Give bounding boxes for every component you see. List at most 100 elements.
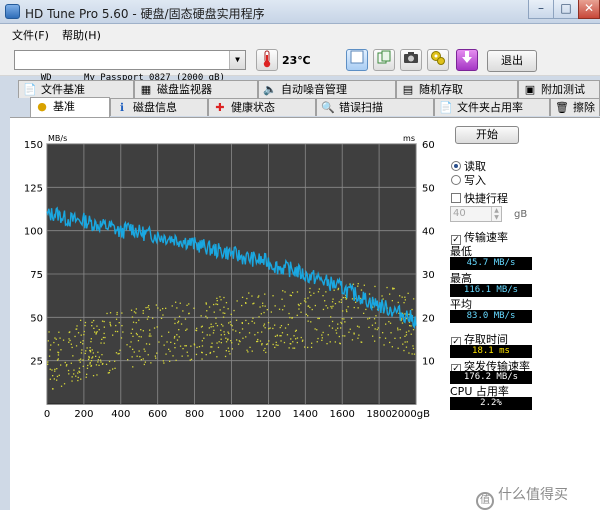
access-time-point <box>132 335 134 337</box>
access-time-point <box>93 319 95 322</box>
access-time-point <box>139 356 141 358</box>
access-time-point <box>282 290 284 292</box>
access-time-point <box>263 325 265 327</box>
access-time-point <box>148 343 151 345</box>
access-time-point <box>58 331 60 333</box>
access-time-point <box>259 340 262 342</box>
drive-select[interactable]: WD My Passport 0827 (2000 gB) ▼ <box>14 50 246 83</box>
menu-file[interactable]: 文件(F) <box>12 27 49 43</box>
tab-disk-monitor[interactable]: ▦ 磁盘监视器 <box>134 80 258 98</box>
download-icon[interactable] <box>456 49 478 71</box>
window-title: HD Tune Pro 5.60 - 硬盘/固态硬盘实用程序 <box>25 7 265 21</box>
access-time-point <box>156 352 158 354</box>
tab-extra-tests[interactable]: ▣ 附加测试 <box>518 80 600 98</box>
access-time-point <box>147 306 149 308</box>
tab-folder-usage[interactable]: 📄 文件夹占用率 <box>434 98 550 116</box>
access-time-point <box>292 341 294 343</box>
access-time-point <box>182 310 184 312</box>
access-time-point <box>403 349 405 352</box>
access-time-point <box>56 368 58 370</box>
access-time-point <box>91 321 93 323</box>
access-time-point <box>98 364 100 366</box>
access-time-point <box>90 341 92 343</box>
tab-random-access[interactable]: ▤ 随机存取 <box>396 80 518 98</box>
access-time-point <box>168 331 170 333</box>
start-button[interactable]: 开始 <box>455 126 519 144</box>
access-time-point <box>360 289 363 291</box>
access-time-point <box>261 344 263 346</box>
maximize-button[interactable]: □ <box>553 0 579 19</box>
access-time-point <box>162 314 164 316</box>
access-time-point <box>391 346 393 348</box>
chevron-down-icon[interactable]: ▼ <box>229 51 245 69</box>
write-radio[interactable]: 写入 <box>451 172 486 188</box>
access-time-point <box>335 329 337 331</box>
minimize-button[interactable]: – <box>528 0 554 19</box>
access-time-point <box>51 369 53 371</box>
access-time-point <box>186 328 188 330</box>
access-time-point <box>219 296 221 298</box>
access-time-point <box>233 309 235 312</box>
access-time-point <box>225 302 228 304</box>
access-time-point <box>116 313 118 316</box>
close-button[interactable]: ✕ <box>578 0 600 19</box>
access-time-point <box>55 338 57 340</box>
access-time-point <box>71 346 73 349</box>
access-time-point <box>142 330 144 332</box>
access-time-point <box>49 378 51 380</box>
access-time-point <box>62 339 65 341</box>
tab-aam[interactable]: 🔈 自动噪音管理 <box>258 80 396 98</box>
camera-icon[interactable] <box>400 49 422 71</box>
info-icon[interactable] <box>346 49 368 71</box>
access-time-point <box>173 337 176 339</box>
access-time-point <box>68 373 70 375</box>
menu-help[interactable]: 帮助(H) <box>62 27 101 43</box>
access-time-point <box>63 383 66 385</box>
access-time-point <box>245 336 247 338</box>
access-time-point <box>131 328 134 330</box>
x-tick-label: 1200 <box>256 409 281 420</box>
access-time-point <box>242 337 244 339</box>
tab-health[interactable]: ✚ 健康状态 <box>208 98 316 116</box>
copy-icon[interactable] <box>373 49 395 71</box>
tab-benchmark[interactable]: ● 基准 <box>30 97 110 117</box>
access-time-point <box>210 323 212 325</box>
access-time-point <box>132 366 134 368</box>
access-time-point <box>168 348 170 350</box>
access-time-point <box>275 344 277 346</box>
min-value: 45.7 MB/s <box>450 257 532 270</box>
cpu-value: 2.2% <box>450 397 532 410</box>
access-time-point <box>131 356 133 358</box>
access-time-point <box>212 325 214 328</box>
settings-icon[interactable] <box>427 49 449 71</box>
tab-disk-info[interactable]: ℹ 磁盘信息 <box>110 98 208 116</box>
access-time-point <box>144 350 146 352</box>
quick-stroke-checkbox[interactable]: 快捷行程 <box>451 190 508 206</box>
access-time-point <box>248 332 251 334</box>
access-time-point <box>251 350 253 352</box>
access-time-point <box>331 327 334 329</box>
access-time-point <box>356 325 359 327</box>
access-time-point <box>109 312 112 314</box>
access-time-point <box>102 362 104 365</box>
access-time-point <box>56 359 59 361</box>
access-time-point <box>317 291 320 293</box>
access-time-point <box>52 388 54 390</box>
access-time-point <box>300 302 302 305</box>
access-time-point <box>368 326 370 328</box>
access-time-point <box>54 368 56 370</box>
tab-erase[interactable]: 🗑 擦除 <box>550 98 600 116</box>
tab-file-benchmark[interactable]: 📄 文件基准 <box>18 80 134 98</box>
access-time-point <box>177 320 180 322</box>
quick-stroke-spinner[interactable]: 40 ▲ ▼ <box>450 206 502 222</box>
spinner-arrows-icon[interactable]: ▲ ▼ <box>491 207 501 221</box>
access-time-point <box>357 337 359 339</box>
title-bar: HD Tune Pro 5.60 - 硬盘/固态硬盘实用程序 – □ ✕ <box>0 0 600 24</box>
access-time-point <box>178 336 180 338</box>
access-time-point <box>54 337 56 339</box>
access-time-point <box>213 303 215 306</box>
tab-error-scan[interactable]: 🔍 错误扫描 <box>316 98 434 116</box>
exit-button[interactable]: 退出 <box>487 50 537 72</box>
access-time-point <box>345 298 347 300</box>
access-time-point <box>235 319 238 321</box>
